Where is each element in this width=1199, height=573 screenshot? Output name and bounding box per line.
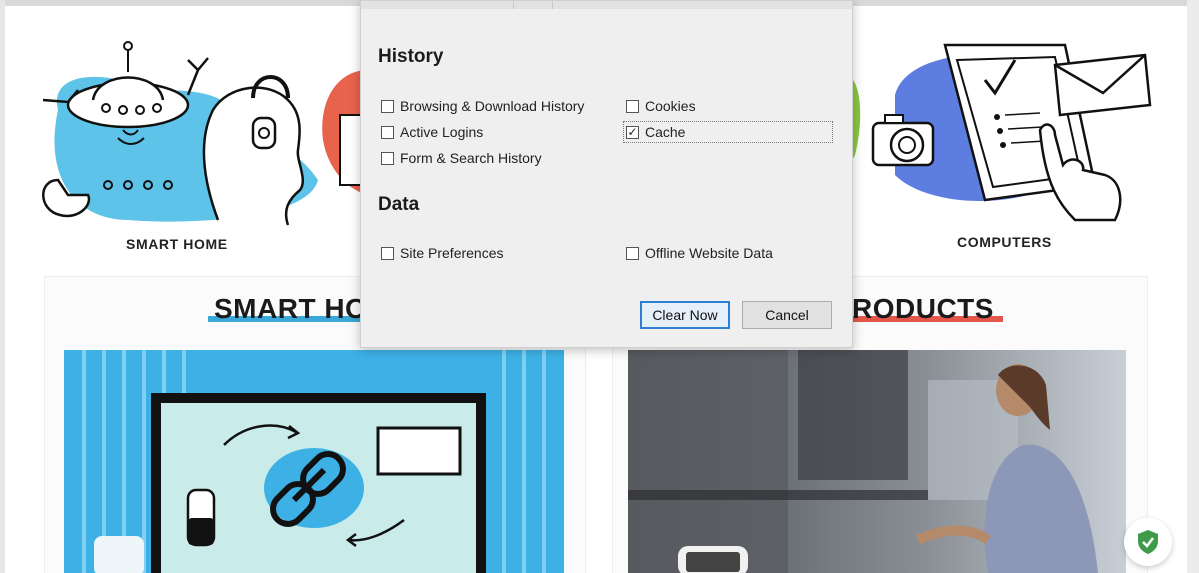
- data-heading: Data: [378, 194, 420, 215]
- checkbox-label[interactable]: Active Logins: [400, 124, 483, 140]
- checkbox-box[interactable]: [626, 99, 639, 113]
- dialog-top-edge: [361, 1, 852, 9]
- window-scrollbar[interactable]: [1187, 0, 1199, 573]
- checkbox-box[interactable]: [381, 99, 394, 113]
- section-title-right: RODUCTS: [852, 293, 994, 324]
- checkbox-label[interactable]: Cache: [645, 124, 685, 140]
- checkbox-label[interactable]: Site Preferences: [400, 245, 504, 261]
- clear-history-dialog: History Browsing & Download History Acti…: [360, 0, 853, 348]
- smart-home-illustration[interactable]: [38, 30, 338, 230]
- checkbox-label[interactable]: Browsing & Download History: [400, 98, 584, 114]
- category-label-smart-home[interactable]: SMART HOME: [126, 236, 228, 252]
- dialog-top-segment: [513, 1, 553, 9]
- active-logins-checkbox[interactable]: Active Logins: [381, 122, 483, 142]
- computers-illustration[interactable]: [845, 35, 1165, 235]
- browsing-download-history-checkbox[interactable]: Browsing & Download History: [381, 96, 584, 116]
- cookies-checkbox[interactable]: Cookies: [626, 96, 696, 116]
- window-left-edge: [0, 0, 5, 573]
- security-shield-badge[interactable]: [1124, 518, 1172, 566]
- checkbox-box[interactable]: [381, 151, 394, 165]
- checkbox-label[interactable]: Offline Website Data: [645, 245, 773, 261]
- smart-home-feature-image[interactable]: [64, 350, 564, 573]
- offline-website-data-checkbox[interactable]: Offline Website Data: [626, 243, 773, 263]
- checkbox-box[interactable]: [381, 246, 394, 260]
- form-search-history-checkbox[interactable]: Form & Search History: [381, 148, 542, 168]
- checkbox-label[interactable]: Form & Search History: [400, 150, 542, 166]
- shield-check-icon: [1138, 530, 1158, 554]
- category-label-computers[interactable]: COMPUTERS: [957, 234, 1052, 250]
- checkbox-label[interactable]: Cookies: [645, 98, 696, 114]
- site-preferences-checkbox[interactable]: Site Preferences: [381, 243, 504, 263]
- checkbox-box-checked[interactable]: ✓: [626, 125, 639, 139]
- clear-now-button[interactable]: Clear Now: [640, 301, 730, 329]
- checkbox-box[interactable]: [626, 246, 639, 260]
- checkbox-box[interactable]: [381, 125, 394, 139]
- products-feature-photo[interactable]: [628, 350, 1126, 573]
- history-heading: History: [378, 46, 444, 67]
- cancel-button[interactable]: Cancel: [742, 301, 832, 329]
- section-title-left: SMART HO: [214, 293, 368, 324]
- cache-checkbox[interactable]: ✓ Cache: [626, 122, 685, 142]
